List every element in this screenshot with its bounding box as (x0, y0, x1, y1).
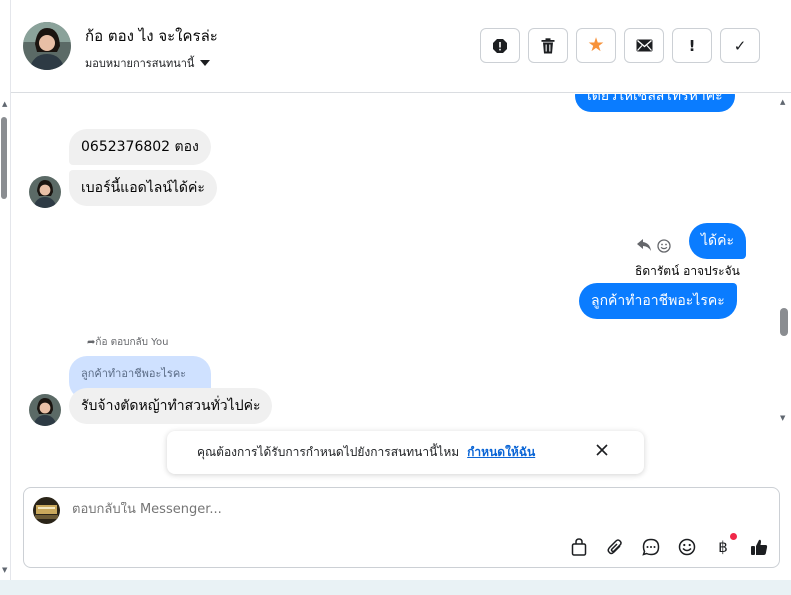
contact-name: ก้อ ตอง ไง จะใครล่ะ (85, 27, 218, 45)
reply-note: ➦ก้อ ตอบกลับ You (87, 337, 169, 348)
report-button[interactable] (480, 28, 520, 63)
scroll-down-arrow-icon[interactable]: ▼ (2, 566, 7, 574)
mark-unread-button[interactable] (624, 28, 664, 63)
mark-done-button[interactable]: ✓ (720, 28, 760, 63)
composer-tools: ฿ (568, 533, 770, 558)
message-incoming-phone[interactable]: 0652376802 ตอง (69, 129, 211, 165)
trash-icon (541, 37, 555, 53)
header-actions: ★ ! ✓ (480, 28, 760, 63)
message-outgoing-partial[interactable]: เดี๋ยวให้เซลส์โทรหาค่ะ (575, 94, 735, 112)
contact-avatar-small[interactable] (29, 176, 61, 208)
reply-composer: ฿ (23, 487, 780, 568)
message-outgoing-ok[interactable]: ได้ค่ะ (689, 223, 747, 259)
conversation-header: ก้อ ตอง ไง จะใครล่ะ มอบหมายการสนทนานี้ ★ (11, 0, 791, 93)
message-tools (637, 239, 671, 257)
emoji-icon[interactable] (676, 536, 698, 558)
message-outgoing-question[interactable]: ลูกค้าทำอาชีพอะไรคะ (579, 283, 737, 319)
thread-scrollbar[interactable]: ▲ ▼ (778, 94, 791, 424)
reply-input[interactable] (72, 502, 572, 517)
important-button[interactable]: ! (672, 28, 712, 63)
react-smiley-icon[interactable] (657, 239, 671, 257)
report-icon (493, 38, 507, 53)
thumbs-up-icon[interactable] (748, 536, 770, 558)
exclamation-icon: ! (688, 36, 696, 55)
scroll-down-arrow-icon[interactable]: ▼ (780, 414, 785, 422)
chat-bubble-icon[interactable] (640, 536, 662, 558)
notification-dot (730, 533, 737, 540)
assign-prompt-text: คุณต้องการได้รับการกำหนดไปยังการสนทนานี้… (197, 445, 460, 459)
sender-name: ธิดารัตน์ อาจประจัน (635, 264, 740, 278)
scroll-up-arrow-icon[interactable]: ▲ (2, 100, 7, 108)
star-button[interactable]: ★ (576, 28, 616, 63)
bottom-band (0, 580, 791, 595)
shopping-bag-icon[interactable] (568, 536, 590, 558)
scrollbar-thumb[interactable] (1, 117, 7, 199)
check-icon: ✓ (733, 36, 747, 55)
caret-down-icon (200, 60, 211, 66)
baht-payment-icon[interactable]: ฿ (712, 533, 737, 558)
reply-arrow-icon[interactable] (637, 239, 651, 257)
paperclip-icon[interactable] (604, 536, 626, 558)
message-incoming-admin-line[interactable]: เบอร์นี้แอดไลน์ได้ค่ะ (69, 170, 217, 206)
assign-to-me-link[interactable]: กำหนดให้ฉัน (467, 443, 535, 462)
delete-button[interactable] (528, 28, 568, 63)
contact-avatar[interactable] (23, 22, 71, 70)
star-icon: ★ (587, 34, 605, 56)
left-scroll-strip[interactable]: ▲ ▼ (0, 0, 11, 580)
assign-conversation-dropdown[interactable]: มอบหมายการสนทนานี้ (85, 54, 211, 72)
assign-label: มอบหมายการสนทนานี้ (85, 57, 195, 70)
envelope-icon (636, 39, 652, 52)
message-incoming-reply[interactable]: รับจ้างตัดหญ้าทำสวนทั่วไปค่ะ (69, 388, 273, 424)
assign-prompt-banner: คุณต้องการได้รับการกำหนดไปยังการสนทนานี้… (167, 431, 644, 474)
thread-scrollbar-thumb[interactable] (780, 308, 788, 336)
close-icon[interactable] (595, 443, 609, 457)
contact-avatar-small[interactable] (29, 394, 61, 426)
message-thread[interactable]: เดี๋ยวให้เซลส์โทรหาค่ะ 0652376802 ตอง เบ… (11, 94, 778, 480)
scroll-up-arrow-icon[interactable]: ▲ (780, 98, 785, 106)
page-avatar (33, 497, 60, 524)
